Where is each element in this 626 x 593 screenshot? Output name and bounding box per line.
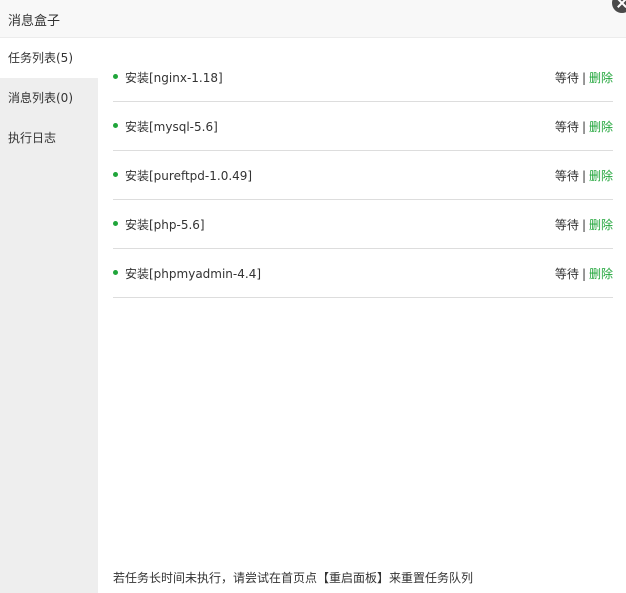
task-row: 安装[php-5.6] 等待 | 删除 xyxy=(113,200,613,249)
sidebar: 任务列表(5) 消息列表(0) 执行日志 xyxy=(0,38,98,593)
action-separator: | xyxy=(581,267,586,281)
task-actions: 等待 | 删除 xyxy=(555,69,613,86)
task-status: 等待 xyxy=(554,120,579,134)
main-panel: 安装[nginx-1.18] 等待 | 删除 安装[mysql-5.6] 等待 | 删除… xyxy=(98,38,626,593)
footer-hint: 若任务长时间未执行，请尝试在首页点【重启面板】来重置任务队列 xyxy=(113,571,474,585)
tab-message-list[interactable]: 消息列表(0) xyxy=(0,78,98,118)
tab-execution-log[interactable]: 执行日志 xyxy=(0,118,98,158)
delete-link[interactable]: 删除 xyxy=(589,71,613,85)
task-row: 安装[nginx-1.18] 等待 | 删除 xyxy=(113,53,613,102)
task-name: 安装[nginx-1.18] xyxy=(125,71,223,85)
delete-link[interactable]: 删除 xyxy=(589,267,613,281)
bullet-dot-icon xyxy=(113,123,118,128)
bullet-dot-icon xyxy=(113,172,118,177)
task-actions: 等待 | 删除 xyxy=(555,118,613,135)
delete-link[interactable]: 删除 xyxy=(589,169,613,183)
task-actions: 等待 | 删除 xyxy=(555,216,613,233)
task-row: 安装[phpmyadmin-4.4] 等待 | 删除 xyxy=(113,249,613,298)
action-separator: | xyxy=(581,218,586,232)
task-name: 安装[php-5.6] xyxy=(125,218,205,232)
task-row: 安装[pureftpd-1.0.49] 等待 | 删除 xyxy=(113,151,613,200)
delete-link[interactable]: 删除 xyxy=(589,120,613,134)
task-list: 安装[nginx-1.18] 等待 | 删除 安装[mysql-5.6] 等待 | 删除… xyxy=(113,53,613,298)
message-box-dialog: 消息盒子 任务列表(5) 消息列表(0) 执行日志 安装[nginx-1.18]… xyxy=(0,0,626,593)
bullet-dot-icon xyxy=(113,270,118,275)
task-status: 等待 xyxy=(554,169,579,183)
task-status: 等待 xyxy=(554,71,579,85)
task-name: 安装[mysql-5.6] xyxy=(125,120,218,134)
bullet-dot-icon xyxy=(113,221,118,226)
task-status: 等待 xyxy=(554,267,579,281)
dialog-title: 消息盒子 xyxy=(8,14,61,29)
task-row: 安装[mysql-5.6] 等待 | 删除 xyxy=(113,102,613,151)
action-separator: | xyxy=(581,71,586,85)
action-separator: | xyxy=(581,120,586,134)
task-name: 安装[phpmyadmin-4.4] xyxy=(125,267,262,281)
task-actions: 等待 | 删除 xyxy=(555,167,613,184)
delete-link[interactable]: 删除 xyxy=(589,218,613,232)
task-name: 安装[pureftpd-1.0.49] xyxy=(125,169,253,183)
title-bar: 消息盒子 xyxy=(0,0,626,38)
task-status: 等待 xyxy=(554,218,579,232)
bullet-dot-icon xyxy=(113,74,118,79)
action-separator: | xyxy=(581,169,586,183)
task-actions: 等待 | 删除 xyxy=(555,265,613,282)
tab-task-list[interactable]: 任务列表(5) xyxy=(0,38,98,78)
